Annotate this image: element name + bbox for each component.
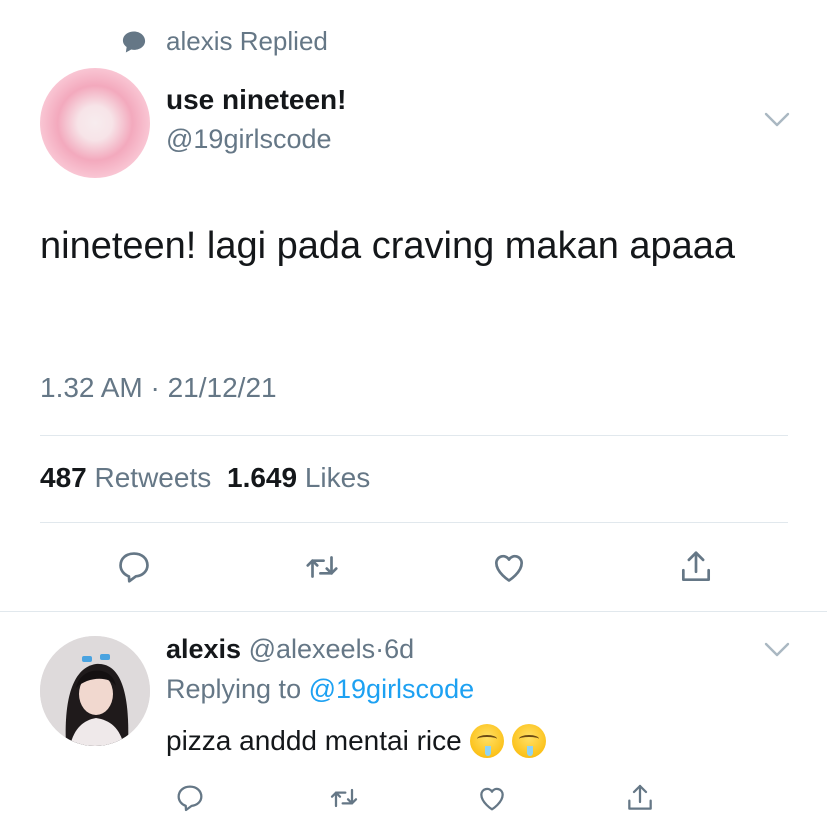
speech-bubble-icon bbox=[120, 28, 148, 56]
user-handle[interactable]: @19girlscode bbox=[166, 124, 332, 155]
replying-to-label: Replying to bbox=[166, 674, 302, 704]
tweet-stats: 487 Retweets 1.649 Likes bbox=[40, 462, 370, 494]
social-context-text: alexis Replied bbox=[166, 26, 328, 56]
drooling-face-emoji bbox=[469, 724, 504, 758]
share-button[interactable] bbox=[674, 545, 718, 589]
reply-handle[interactable]: @alexeels bbox=[249, 634, 375, 664]
chevron-down-icon[interactable] bbox=[762, 640, 792, 660]
avatar[interactable] bbox=[40, 68, 150, 178]
retweet-button[interactable] bbox=[300, 545, 344, 589]
like-button[interactable] bbox=[487, 545, 531, 589]
heart-icon bbox=[480, 787, 504, 811]
replying-to-mention[interactable]: @19girlscode bbox=[309, 674, 475, 704]
reply-icon bbox=[119, 552, 149, 583]
reply-header: alexis @alexeels·6d bbox=[166, 634, 414, 665]
likes-label[interactable]: Likes bbox=[305, 462, 370, 493]
tweet-text: nineteen! lagi pada craving makan apaaa bbox=[40, 225, 736, 267]
replying-to-line: Replying to @19girlscode bbox=[166, 674, 474, 705]
reply-display-name[interactable]: alexis bbox=[166, 634, 241, 664]
reply-age[interactable]: 6d bbox=[384, 634, 414, 664]
drooling-face-emoji bbox=[511, 724, 546, 758]
chevron-down-icon[interactable] bbox=[762, 110, 792, 130]
reply-icon bbox=[177, 785, 203, 812]
divider bbox=[40, 435, 788, 436]
reply-reply-button[interactable] bbox=[168, 776, 212, 820]
divider bbox=[0, 611, 827, 612]
retweets-count[interactable]: 487 bbox=[40, 462, 87, 493]
reply-avatar[interactable] bbox=[40, 636, 150, 746]
retweet-icon bbox=[330, 788, 358, 808]
display-name[interactable]: use nineteen! bbox=[166, 84, 346, 116]
retweets-label[interactable]: Retweets bbox=[95, 462, 212, 493]
reply-like-button[interactable] bbox=[470, 776, 514, 820]
share-icon bbox=[628, 784, 652, 810]
retweet-icon bbox=[306, 556, 338, 578]
tweet-timestamp[interactable]: 1.32 AM · 21/12/21 bbox=[40, 372, 277, 404]
heart-icon bbox=[494, 554, 524, 582]
reply-share-button[interactable] bbox=[618, 776, 662, 820]
likes-count[interactable]: 1.649 bbox=[227, 462, 297, 493]
share-icon bbox=[681, 551, 711, 582]
divider bbox=[40, 522, 788, 523]
reply-button[interactable] bbox=[112, 545, 156, 589]
reply-text: pizza anddd mentai rice bbox=[166, 725, 462, 756]
separator-dot: · bbox=[375, 634, 385, 664]
reply-text-line: pizza anddd mentai rice bbox=[166, 724, 546, 758]
reply-retweet-button[interactable] bbox=[322, 776, 366, 820]
